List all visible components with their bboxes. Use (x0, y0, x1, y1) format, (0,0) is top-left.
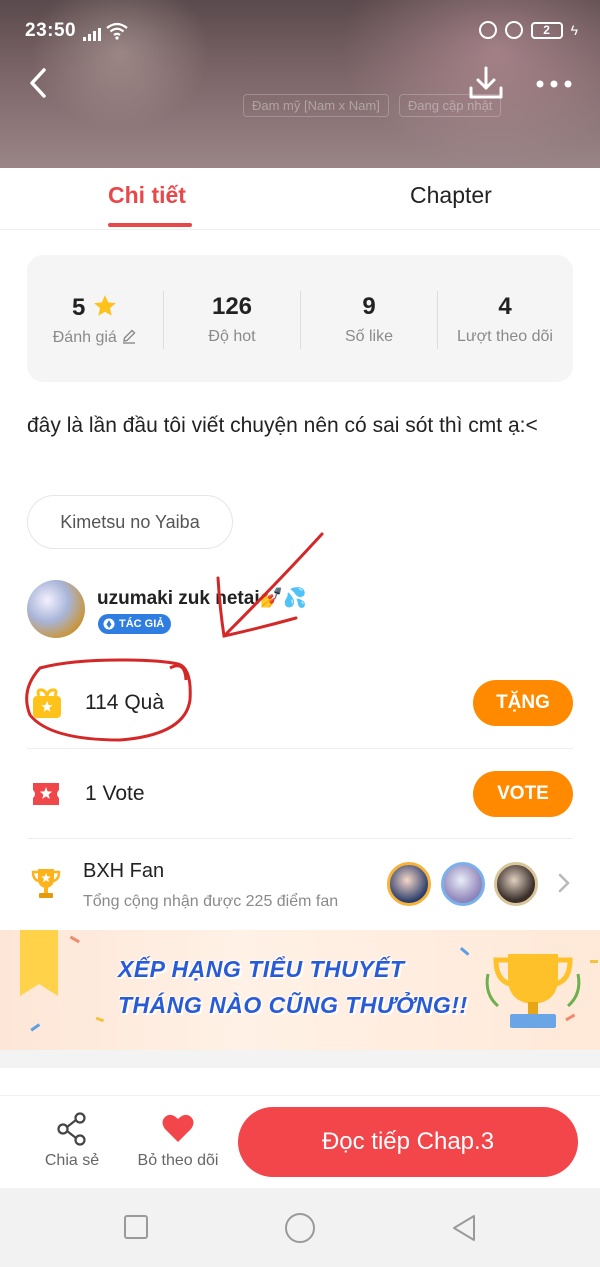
share-button[interactable]: Chia sẻ (40, 1110, 104, 1170)
data-saver-icon (478, 21, 497, 39)
stat-followers: 4 Lượt theo dõi (437, 255, 573, 382)
charging-icon: ϟ (570, 22, 578, 38)
stat-likes: 9 Số like (301, 255, 437, 382)
stat-likes-label: Số like (344, 328, 394, 345)
author-avatar[interactable] (27, 580, 85, 638)
story-tag-chip[interactable]: Kimetsu no Yaiba (27, 495, 233, 549)
gift-box-icon (33, 688, 61, 718)
tab-bar: Chi tiết Chapter (0, 168, 600, 230)
share-label: Chia sẻ (44, 1152, 100, 1169)
section-gap (0, 1050, 600, 1068)
download-icon[interactable] (466, 64, 506, 104)
top-fan-avatar (387, 862, 431, 906)
author-badge: TÁC GIẢ (98, 614, 172, 634)
home-button[interactable] (285, 1213, 315, 1243)
pen-nib-icon (103, 618, 115, 630)
star-icon (94, 295, 116, 316)
tab-detail[interactable]: Chi tiết (108, 182, 186, 209)
bottom-action-bar: Chia sẻ Bỏ theo dõi Đọc tiếp Chap.3 (0, 1095, 600, 1187)
unfollow-button[interactable]: Bỏ theo dõi (133, 1110, 223, 1170)
more-options-icon[interactable] (534, 74, 574, 94)
status-time: 23:50 (25, 20, 77, 41)
vpn-lock-icon (504, 21, 523, 39)
author-badge-label: TÁC GIẢ (119, 618, 165, 630)
system-nav-bar (0, 1188, 600, 1267)
trophy-icon (31, 869, 61, 898)
signal-icon (83, 28, 101, 41)
ranking-promo-banner[interactable]: XẾP HẠNG TIỂU THUYẾT THÁNG NÀO CŨNG THƯỞ… (0, 930, 600, 1050)
chevron-right-icon (558, 873, 570, 893)
tab-chapter[interactable]: Chapter (410, 182, 492, 209)
continue-reading-button[interactable]: Đọc tiếp Chap.3 (238, 1107, 578, 1177)
give-gift-button[interactable]: TẶNG (473, 680, 573, 726)
wifi-icon (106, 22, 128, 40)
gifts-row: 114 Quà TẶNG (27, 680, 573, 726)
banner-headline: XẾP HẠNG TIỂU THUYẾT (118, 956, 405, 982)
votes-row: 1 Vote VOTE (27, 771, 573, 817)
vote-count: 1 Vote (85, 782, 145, 805)
divider (27, 838, 573, 839)
stat-hot-value: 126 (211, 293, 253, 320)
stat-followers-value: 4 (498, 293, 512, 320)
top-fan-avatar (494, 862, 538, 906)
stats-card: 5 Đánh giá 126 Độ hot 9 Số like 4 Lượt t… (27, 255, 573, 382)
stat-rating-label: Đánh giá (27, 328, 163, 347)
cover-header: 23:50 2 ϟ Đam mỹ [Nam x Nam] Đang cập nh… (0, 0, 600, 168)
gold-trophy-icon (485, 954, 581, 1028)
author-name[interactable]: uzumaki zuk netai💅💦 (97, 586, 307, 610)
pencil-icon (123, 329, 136, 344)
top-fan-avatar (441, 862, 485, 906)
gift-count: 114 Quà (85, 691, 165, 714)
stat-followers-label: Lượt theo dõi (457, 328, 553, 345)
vote-ticket-icon (33, 783, 59, 805)
genre-tag: Đam mỹ [Nam x Nam] (243, 94, 389, 117)
banner-subline: THÁNG NÀO CŨNG THƯỞNG!! (118, 992, 468, 1018)
stat-rating-value: 5 (27, 293, 163, 322)
fan-ranking-title: BXH Fan (83, 860, 165, 882)
stat-hot: 126 Độ hot (164, 255, 300, 382)
vote-button[interactable]: VOTE (473, 771, 573, 817)
share-icon (57, 1112, 86, 1146)
battery-icon: 2 (530, 21, 563, 39)
stat-hot-label: Độ hot (208, 328, 256, 345)
nav-back-icon[interactable] (450, 1213, 478, 1243)
heart-icon (162, 1114, 194, 1142)
unfollow-label: Bỏ theo dõi (137, 1152, 219, 1169)
active-tab-indicator (108, 223, 192, 227)
back-arrow-icon[interactable] (24, 66, 54, 100)
stat-rating[interactable]: 5 Đánh giá (27, 255, 163, 382)
divider (27, 748, 573, 749)
stat-likes-value: 9 (362, 293, 376, 320)
status-bar: 23:50 2 ϟ (0, 0, 600, 62)
story-description: đây là lần đầu tôi viết chuyện nên có sa… (27, 414, 538, 437)
genre-tags: Đam mỹ [Nam x Nam] Đang cập nhật (243, 94, 502, 117)
recent-apps-button[interactable] (124, 1215, 148, 1239)
fan-ranking-subtitle: Tổng cộng nhận được 225 điểm fan (83, 893, 339, 910)
